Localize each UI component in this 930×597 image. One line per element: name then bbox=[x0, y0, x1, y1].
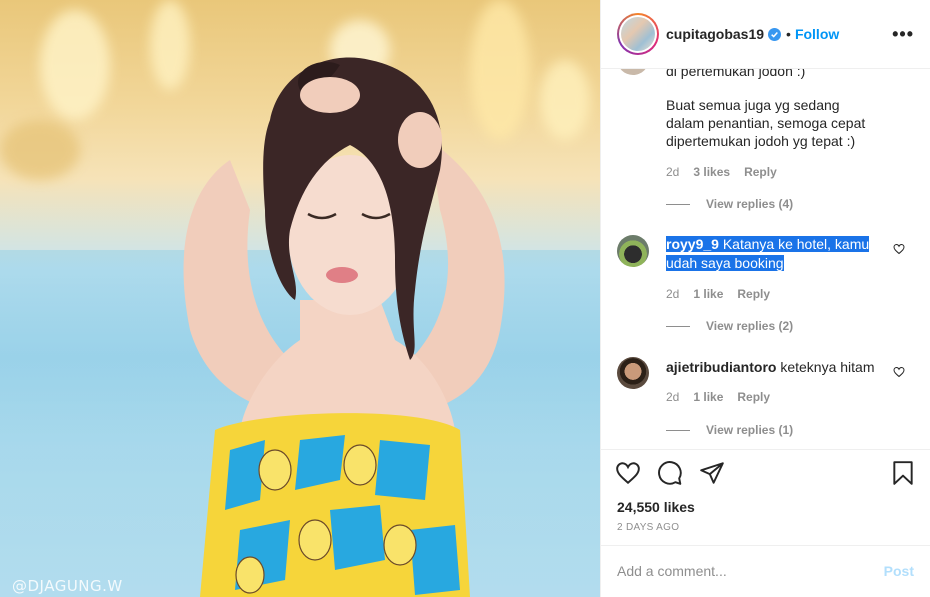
comment-likes-count[interactable]: 1 like bbox=[693, 287, 723, 301]
author-avatar[interactable] bbox=[617, 13, 659, 55]
likes-count[interactable]: 24,550 likes bbox=[601, 496, 930, 518]
comment-body: ajietribudiantoro keteknya hitam bbox=[666, 358, 875, 376]
replies-divider-line bbox=[666, 325, 690, 327]
commenter-avatar[interactable] bbox=[617, 235, 649, 267]
commenter-avatar[interactable] bbox=[617, 357, 649, 389]
post-modal: @DJAGUNG.W cupitagobas19 • Follow ••• di… bbox=[0, 0, 930, 597]
follow-button[interactable]: Follow bbox=[795, 26, 839, 42]
view-replies-label: View replies (1) bbox=[706, 423, 794, 437]
avatar-border bbox=[619, 15, 657, 53]
comment-input[interactable] bbox=[617, 563, 884, 579]
comment-text-line: keteknya hitam bbox=[780, 359, 875, 375]
commenter-username[interactable]: royy9_9 bbox=[666, 236, 719, 252]
comment-text-line: dalam penantian, semoga cepat bbox=[666, 115, 866, 131]
bookmark-icon[interactable] bbox=[890, 460, 916, 486]
post-photo[interactable]: @DJAGUNG.W bbox=[0, 0, 600, 597]
comment-text-line: dipertemukan jodoh yg tepat :) bbox=[666, 133, 856, 149]
paper-plane-icon[interactable] bbox=[699, 460, 725, 486]
view-replies-label: View replies (4) bbox=[706, 197, 794, 211]
reply-button[interactable]: Reply bbox=[744, 165, 777, 179]
comment-likes-count[interactable]: 3 likes bbox=[693, 165, 730, 179]
view-replies-button[interactable]: View replies (1) bbox=[666, 423, 793, 437]
comment-like-heart-icon[interactable] bbox=[893, 366, 905, 378]
photo-watermark: @DJAGUNG.W bbox=[12, 577, 123, 595]
comment-like-heart-icon[interactable] bbox=[893, 243, 905, 255]
commenter-username[interactable]: ajietribudiantoro bbox=[666, 359, 776, 375]
more-options-icon[interactable]: ••• bbox=[892, 25, 914, 43]
comment-meta: 2d 1 like Reply bbox=[666, 390, 770, 404]
replies-divider-line bbox=[666, 429, 690, 431]
view-replies-button[interactable]: View replies (4) bbox=[666, 197, 793, 211]
comment-meta: 2d 3 likes Reply bbox=[666, 165, 777, 179]
reply-button[interactable]: Reply bbox=[737, 390, 770, 404]
comment-text-line: Buat semua juga yg sedang bbox=[666, 97, 840, 113]
post-date: 2 DAYS AGO bbox=[601, 518, 930, 546]
comment-age: 2d bbox=[666, 165, 680, 179]
comment-icon[interactable] bbox=[657, 460, 683, 486]
author-username[interactable]: cupitagobas19 bbox=[666, 26, 764, 42]
avatar-image bbox=[621, 17, 655, 51]
replies-divider-line bbox=[666, 203, 690, 205]
comment-age: 2d bbox=[666, 390, 680, 404]
person-figure bbox=[183, 57, 505, 597]
commenter-avatar[interactable] bbox=[617, 69, 649, 75]
view-replies-button[interactable]: View replies (2) bbox=[666, 319, 793, 333]
comment-age: 2d bbox=[666, 287, 680, 301]
verified-badge-icon bbox=[768, 27, 782, 41]
heart-icon[interactable] bbox=[615, 460, 641, 486]
header-separator: • bbox=[786, 26, 791, 42]
comment-body-line2: udah saya booking bbox=[666, 254, 784, 272]
comment-body: royy9_9 Katanya ke hotel, kamu bbox=[666, 235, 870, 253]
reply-button[interactable]: Reply bbox=[737, 287, 770, 301]
comment-composer: Post bbox=[601, 546, 930, 596]
comment-text-line: Katanya ke hotel, kamu bbox=[722, 236, 870, 252]
post-header: cupitagobas19 • Follow ••• bbox=[601, 0, 930, 69]
post-comment-button[interactable]: Post bbox=[884, 563, 914, 579]
comment-text-line: udah saya booking bbox=[666, 255, 784, 271]
comments-list[interactable]: di pertemukan jodoh :) Buat semua juga y… bbox=[601, 69, 930, 450]
view-replies-label: View replies (2) bbox=[706, 319, 794, 333]
post-action-bar bbox=[601, 450, 930, 496]
comment-meta: 2d 1 like Reply bbox=[666, 287, 770, 301]
comment-likes-count[interactable]: 1 like bbox=[693, 390, 723, 404]
comment-text-partial: di pertemukan jodoh :) bbox=[666, 69, 806, 79]
post-details-panel: cupitagobas19 • Follow ••• di pertemukan… bbox=[600, 0, 930, 597]
